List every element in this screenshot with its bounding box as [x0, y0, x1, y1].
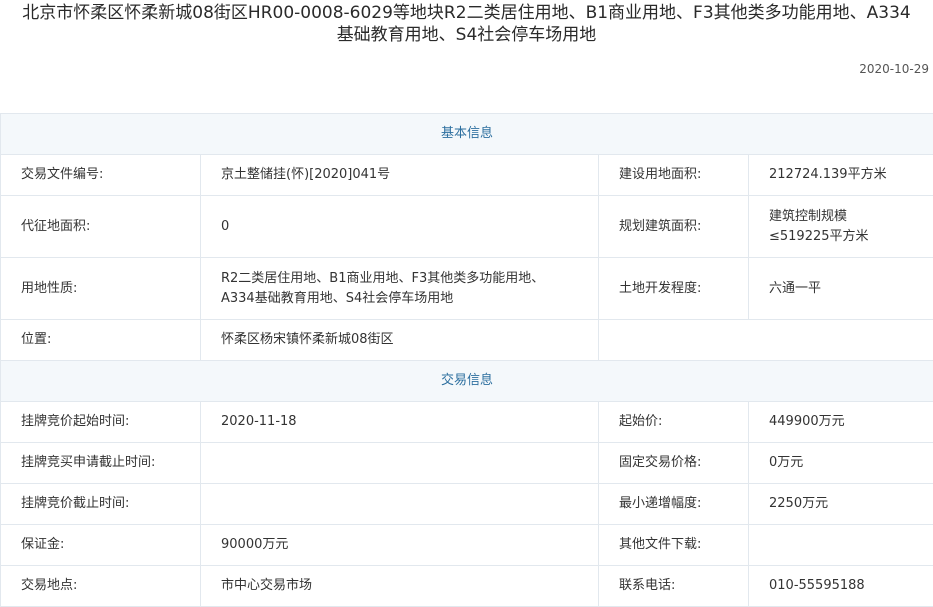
apply-deadline-value	[201, 443, 599, 484]
apply-deadline-label: 挂牌竞买申请截止时间:	[1, 443, 201, 484]
land-use-line-1: R2二类居住用地、B1商业用地、F3其他类多功能用地、	[221, 269, 598, 289]
expropriation-value: 0	[201, 196, 599, 258]
start-time-value: 2020-11-18	[201, 402, 599, 443]
section-header-row: 交易信息	[1, 361, 933, 402]
file-no-value: 京土整储挂(怀)[2020]041号	[201, 155, 599, 196]
venue-label: 交易地点:	[1, 566, 201, 607]
min-increment-value: 2250万元	[749, 484, 933, 525]
land-use-value: R2二类居住用地、B1商业用地、F3其他类多功能用地、 A334基础教育用地、S…	[201, 258, 599, 320]
land-info-table: 基本信息 交易文件编号: 京土整储挂(怀)[2020]041号 建设用地面积: …	[0, 113, 933, 607]
location-value: 怀柔区杨宋镇怀柔新城08街区	[201, 320, 599, 361]
building-area-label: 规划建筑面积:	[599, 196, 749, 258]
section-basic-title: 基本信息	[1, 114, 933, 155]
page-title: 北京市怀柔区怀柔新城08街区HR00-0008-6029等地块R2二类居住用地、…	[0, 2, 933, 46]
deposit-label: 保证金:	[1, 525, 201, 566]
min-increment-label: 最小递增幅度:	[599, 484, 749, 525]
building-area-line-1: 建筑控制规模	[769, 207, 933, 227]
empty-cell	[599, 320, 933, 361]
fixed-price-label: 固定交易价格:	[599, 443, 749, 484]
title-line-2: 基础教育用地、S4社会停车场用地	[0, 24, 933, 46]
bid-deadline-value	[201, 484, 599, 525]
table-row: 位置: 怀柔区杨宋镇怀柔新城08街区	[1, 320, 933, 361]
table-row: 用地性质: R2二类居住用地、B1商业用地、F3其他类多功能用地、 A334基础…	[1, 258, 933, 320]
land-area-label: 建设用地面积:	[599, 155, 749, 196]
publish-date: 2020-10-29	[859, 62, 929, 76]
location-label: 位置:	[1, 320, 201, 361]
title-line-1: 北京市怀柔区怀柔新城08街区HR00-0008-6029等地块R2二类居住用地、…	[0, 2, 933, 24]
table-row: 挂牌竞买申请截止时间: 固定交易价格: 0万元	[1, 443, 933, 484]
building-area-line-2: ≤519225平方米	[769, 227, 933, 247]
other-files-value	[749, 525, 933, 566]
table-row: 挂牌竞价截止时间: 最小递增幅度: 2250万元	[1, 484, 933, 525]
building-area-value: 建筑控制规模 ≤519225平方米	[749, 196, 933, 258]
bid-deadline-label: 挂牌竞价截止时间:	[1, 484, 201, 525]
section-header-row: 基本信息	[1, 114, 933, 155]
table-row: 挂牌竞价起始时间: 2020-11-18 起始价: 449900万元	[1, 402, 933, 443]
table-row: 保证金: 90000万元 其他文件下载:	[1, 525, 933, 566]
table-row: 交易地点: 市中心交易市场 联系电话: 010-55595188	[1, 566, 933, 607]
start-price-value: 449900万元	[749, 402, 933, 443]
phone-value: 010-55595188	[749, 566, 933, 607]
land-use-label: 用地性质:	[1, 258, 201, 320]
table-row: 交易文件编号: 京土整储挂(怀)[2020]041号 建设用地面积: 21272…	[1, 155, 933, 196]
deposit-value: 90000万元	[201, 525, 599, 566]
other-files-label: 其他文件下载:	[599, 525, 749, 566]
file-no-label: 交易文件编号:	[1, 155, 201, 196]
land-area-value: 212724.139平方米	[749, 155, 933, 196]
fixed-price-value: 0万元	[749, 443, 933, 484]
development-label: 土地开发程度:	[599, 258, 749, 320]
table-row: 代征地面积: 0 规划建筑面积: 建筑控制规模 ≤519225平方米	[1, 196, 933, 258]
land-use-line-2: A334基础教育用地、S4社会停车场用地	[221, 289, 598, 309]
start-price-label: 起始价:	[599, 402, 749, 443]
venue-value: 市中心交易市场	[201, 566, 599, 607]
expropriation-label: 代征地面积:	[1, 196, 201, 258]
section-trade-title: 交易信息	[1, 361, 933, 402]
development-value: 六通一平	[749, 258, 933, 320]
phone-label: 联系电话:	[599, 566, 749, 607]
start-time-label: 挂牌竞价起始时间:	[1, 402, 201, 443]
